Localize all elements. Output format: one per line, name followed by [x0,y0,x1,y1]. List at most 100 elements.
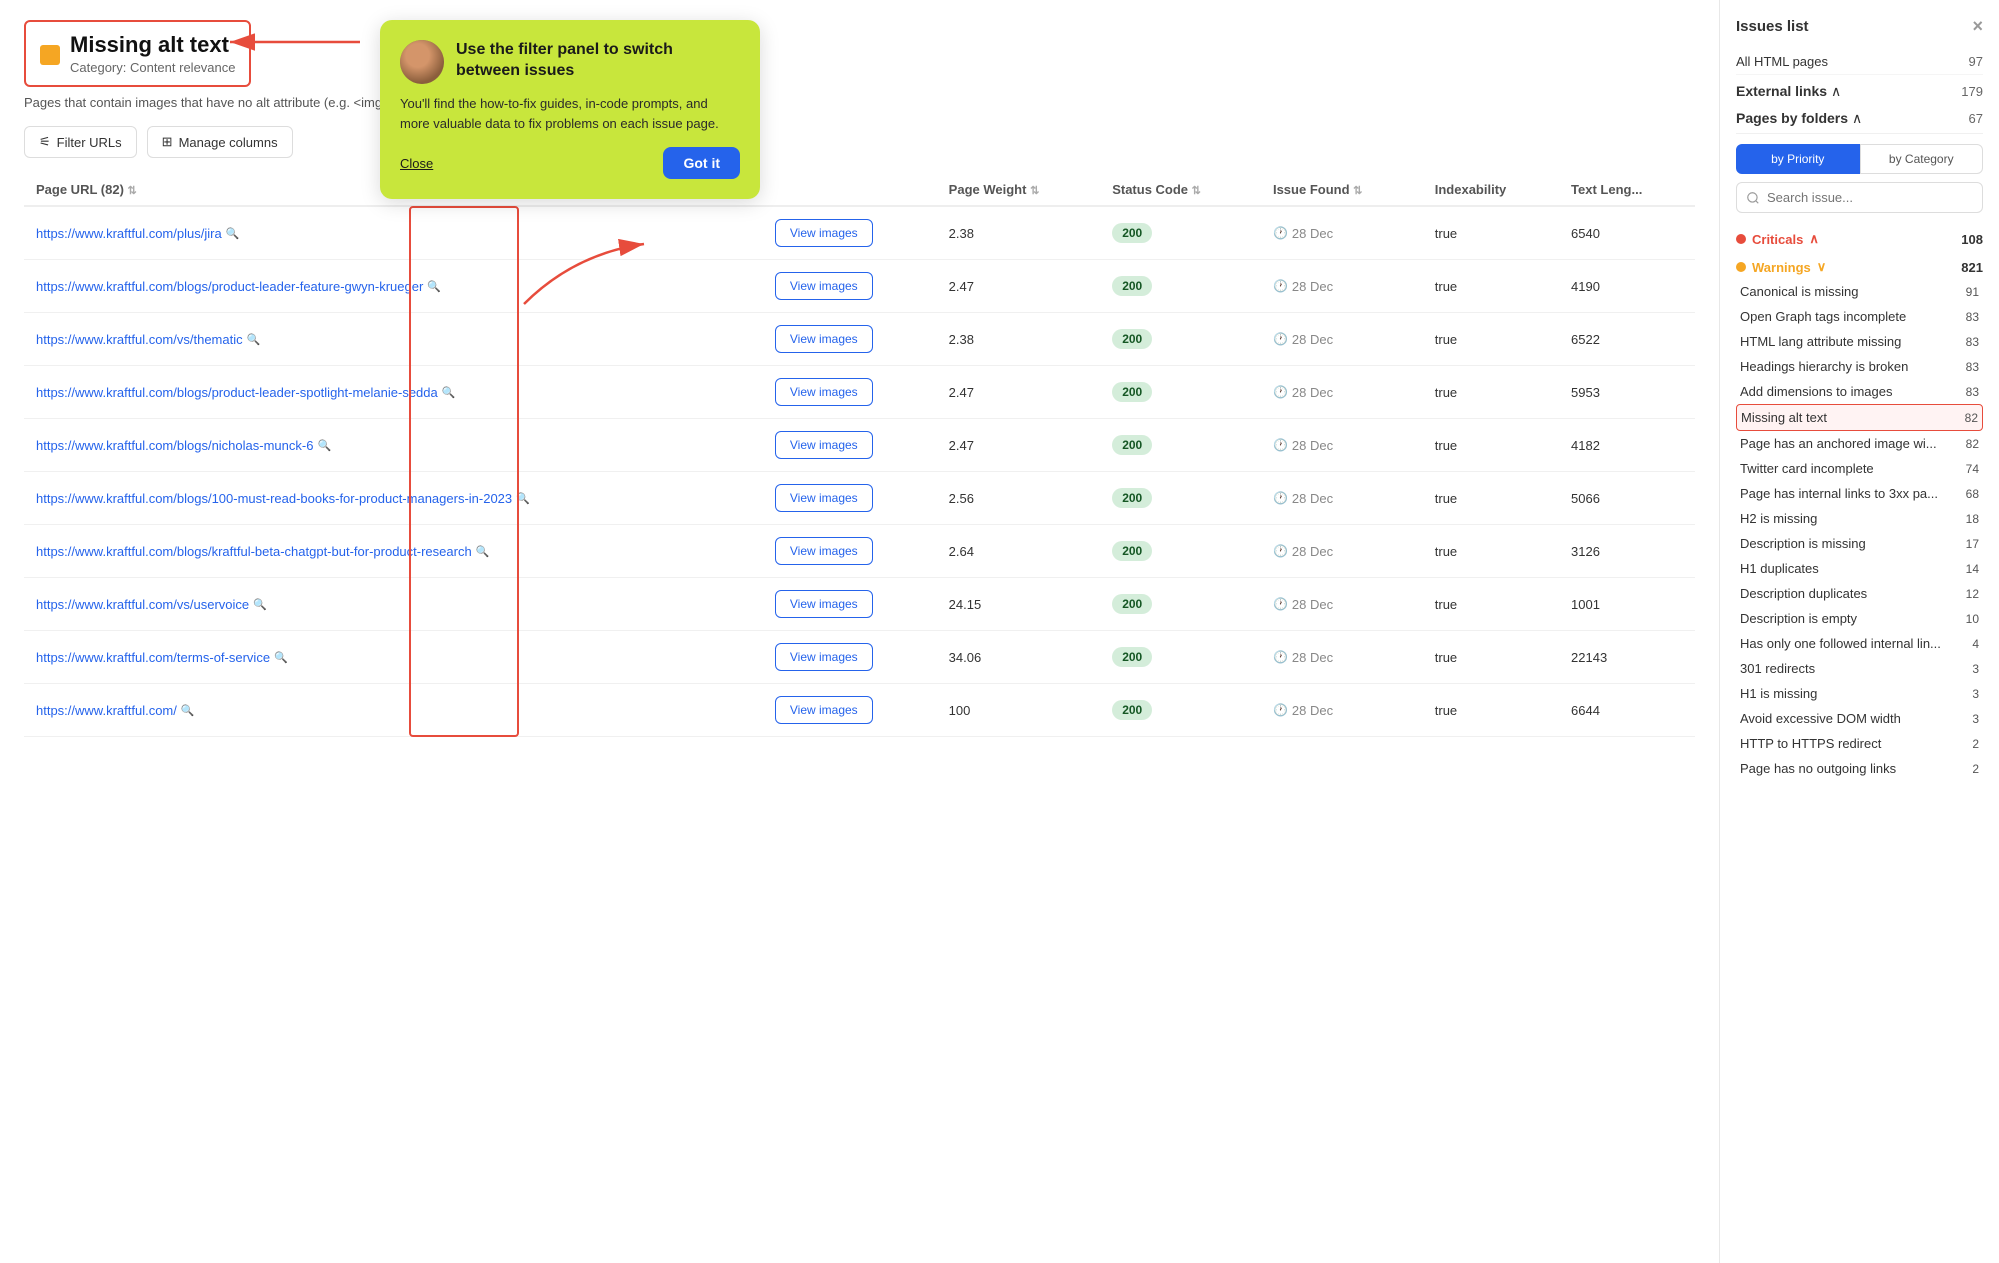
sidebar-issue-item[interactable]: Description duplicates 12 [1736,581,1983,606]
search-input[interactable] [1736,182,1983,213]
pages-by-folders-row[interactable]: Pages by folders ∧ 67 [1736,104,1983,134]
weight-cell: 2.56 [937,472,1101,525]
table-row: https://www.kraftful.com/terms-of-servic… [24,631,1695,684]
sidebar-issue-item[interactable]: H1 duplicates 14 [1736,556,1983,581]
issue-count: 17 [1966,537,1979,551]
table-row: https://www.kraftful.com/vs/thematic 🔍 V… [24,313,1695,366]
sidebar-issue-item[interactable]: Page has an anchored image wi... 82 [1736,431,1983,456]
manage-columns-button[interactable]: ⊞ Manage columns [147,126,293,158]
sidebar-issue-item[interactable]: H1 is missing 3 [1736,681,1983,706]
view-images-cell: View images [763,578,937,631]
view-images-button[interactable]: View images [775,484,873,512]
issues-list: Canonical is missing 91 Open Graph tags … [1736,279,1983,781]
text-length-cell: 3126 [1559,525,1695,578]
issue-count: 83 [1966,385,1979,399]
issue-count: 74 [1966,462,1979,476]
close-link[interactable]: Close [400,156,433,171]
view-images-button[interactable]: View images [775,537,873,565]
sidebar-issue-item[interactable]: Open Graph tags incomplete 83 [1736,304,1983,329]
issue-name: Avoid excessive DOM width [1740,711,1972,726]
view-images-button[interactable]: View images [775,643,873,671]
text-length-cell: 4190 [1559,260,1695,313]
date-cell: 🕐 28 Dec [1261,631,1423,684]
filter-urls-label: Filter URLs [57,135,122,150]
view-images-button[interactable]: View images [775,219,873,247]
issue-count: 2 [1972,737,1979,751]
clock-icon: 🕐 [1273,226,1288,240]
sidebar-issue-item[interactable]: HTML lang attribute missing 83 [1736,329,1983,354]
issue-count: 4 [1972,637,1979,651]
view-images-button[interactable]: View images [775,378,873,406]
url-search-icon: 🔍 [226,227,240,240]
indexability-cell: true [1423,313,1559,366]
weight-cell: 2.47 [937,419,1101,472]
sidebar-issue-item[interactable]: Missing alt text 82 [1736,404,1983,431]
criticals-section: Criticals ∧ 108 [1736,223,1983,251]
col-images [763,174,937,206]
view-images-button[interactable]: View images [775,325,873,353]
url-search-icon: 🔍 [274,651,288,664]
sidebar-issue-item[interactable]: H2 is missing 18 [1736,506,1983,531]
got-it-button[interactable]: Got it [663,147,740,179]
url-search-icon: 🔍 [253,598,267,611]
tooltip-title: Use the filter panel to switch between i… [456,40,740,82]
issue-count: 3 [1972,712,1979,726]
all-html-pages-row[interactable]: All HTML pages 97 [1736,49,1983,75]
warnings-count: 821 [1961,260,1983,275]
sidebar-issue-item[interactable]: Add dimensions to images 83 [1736,379,1983,404]
clock-icon: 🕐 [1273,491,1288,505]
clock-icon: 🕐 [1273,332,1288,346]
issue-name: H2 is missing [1740,511,1966,526]
columns-icon: ⊞ [162,134,173,150]
sidebar-issue-item[interactable]: Canonical is missing 91 [1736,279,1983,304]
issue-name: Missing alt text [1741,410,1965,425]
issue-name: HTTP to HTTPS redirect [1740,736,1972,751]
status-cell: 200 [1100,631,1261,684]
sidebar-issue-item[interactable]: Description is empty 10 [1736,606,1983,631]
status-badge: 200 [1112,276,1152,296]
table-row: https://www.kraftful.com/ 🔍 View images … [24,684,1695,737]
indexability-cell: true [1423,631,1559,684]
date-cell: 🕐 28 Dec [1261,206,1423,260]
tab-by-priority[interactable]: by Priority [1736,144,1860,174]
status-cell: 200 [1100,260,1261,313]
url-cell: https://www.kraftful.com/plus/jira 🔍 [24,206,763,260]
issue-name: Description is missing [1740,536,1966,551]
issue-name: Add dimensions to images [1740,384,1966,399]
close-icon[interactable]: × [1972,16,1983,37]
issue-name: Page has internal links to 3xx pa... [1740,486,1966,501]
sidebar-issue-item[interactable]: Page has no outgoing links 2 [1736,756,1983,781]
sidebar-issue-item[interactable]: 301 redirects 3 [1736,656,1983,681]
sidebar-issue-item[interactable]: Headings hierarchy is broken 83 [1736,354,1983,379]
weight-cell: 2.64 [937,525,1101,578]
sidebar-issue-item[interactable]: Avoid excessive DOM width 3 [1736,706,1983,731]
sidebar-issue-item[interactable]: HTTP to HTTPS redirect 2 [1736,731,1983,756]
view-images-button[interactable]: View images [775,272,873,300]
sidebar-issue-item[interactable]: Has only one followed internal lin... 4 [1736,631,1983,656]
url-cell: https://www.kraftful.com/vs/uservoice 🔍 [24,578,763,631]
status-badge: 200 [1112,647,1152,667]
sidebar-issue-item[interactable]: Page has internal links to 3xx pa... 68 [1736,481,1983,506]
text-length-cell: 6644 [1559,684,1695,737]
view-images-cell: View images [763,206,937,260]
external-links-row[interactable]: External links ∧ 179 [1736,75,1983,104]
status-badge: 200 [1112,435,1152,455]
issue-count: 83 [1966,310,1979,324]
text-length-cell: 6522 [1559,313,1695,366]
weight-cell: 100 [937,684,1101,737]
sidebar-issue-item[interactable]: Description is missing 17 [1736,531,1983,556]
status-cell: 200 [1100,525,1261,578]
view-images-button[interactable]: View images [775,431,873,459]
tab-by-category[interactable]: by Category [1860,144,1984,174]
weight-cell: 2.38 [937,313,1101,366]
view-images-button[interactable]: View images [775,590,873,618]
weight-cell: 34.06 [937,631,1101,684]
all-html-pages-count: 97 [1969,54,1983,69]
status-cell: 200 [1100,419,1261,472]
url-cell: https://www.kraftful.com/blogs/kraftful-… [24,525,763,578]
filter-urls-button[interactable]: ⚟ Filter URLs [24,126,137,158]
pages-by-folders-label: Pages by folders ∧ [1736,110,1862,127]
sidebar-issue-item[interactable]: Twitter card incomplete 74 [1736,456,1983,481]
view-images-button[interactable]: View images [775,696,873,724]
issue-name: Description is empty [1740,611,1966,626]
